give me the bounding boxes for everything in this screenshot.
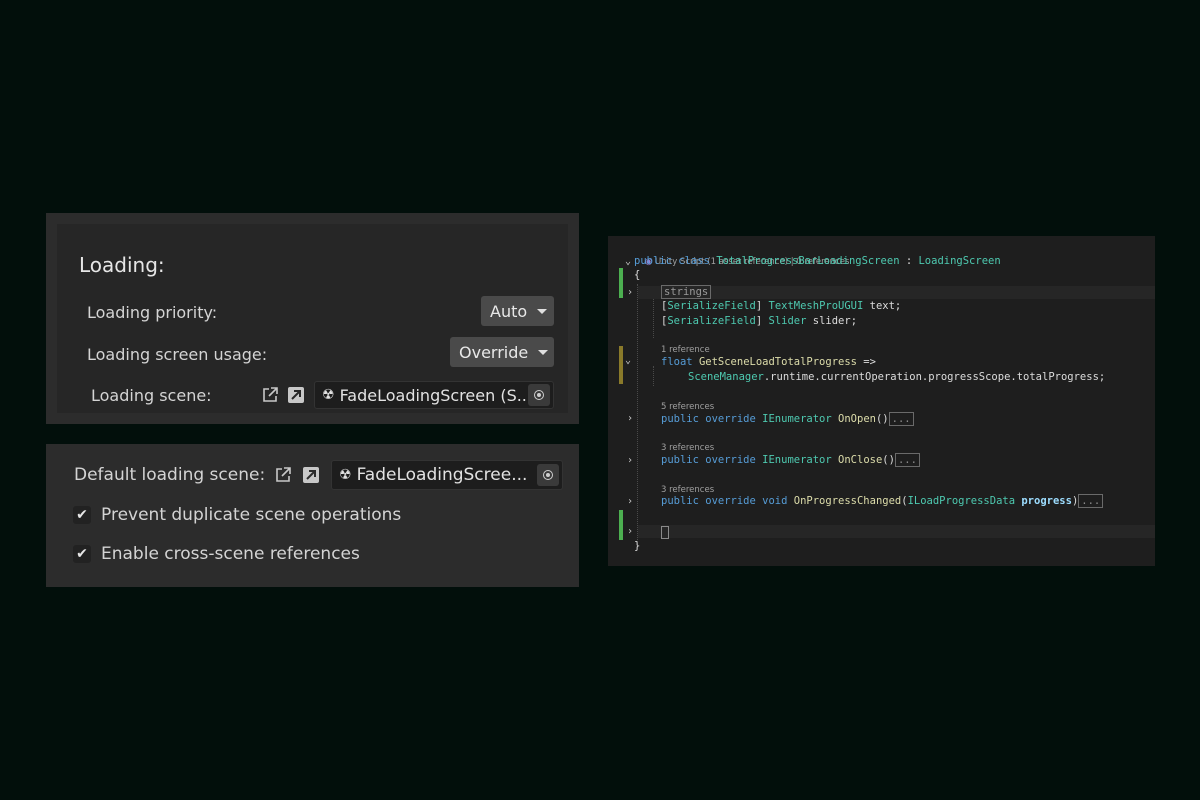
code-line-method-get-progress: float GetSceneLoadTotalProgress => [661,356,876,369]
change-bar [619,510,623,540]
class-name: TotalProgressBarLoadingScreen [716,255,900,267]
cross-scene-checkbox[interactable]: ✔ [73,545,91,563]
object-picker-icon[interactable] [537,464,559,486]
checkmark-icon: ✔ [76,507,88,523]
code-line-method-onclose: public override IEnumerator OnClose()... [661,453,920,467]
code-line-method-body: SceneManager.runtime.currentOperation.pr… [688,371,1105,384]
default-settings-panel: Default loading scene: ☢ FadeLoadingScre… [46,444,579,587]
text-cursor [661,526,669,539]
change-bar [619,346,623,384]
collapsed-region[interactable]: strings [661,285,712,299]
return-type: IEnumerator [762,454,832,466]
loading-settings-panel: Loading: Loading priority: Auto Loading … [46,213,579,424]
member-chain: .runtime.currentOperation.progressScope.… [763,371,1106,383]
indent-guide [637,284,638,542]
parens: () [875,413,889,425]
loading-screen-usage-label: Loading screen usage: [87,345,268,364]
chevron-down-icon [538,349,549,355]
code-line-method-onprogress: public override void OnProgressChanged(I… [661,494,1104,508]
method-name: OnOpen [838,413,876,425]
scene-asset-icon: ☢ [322,387,335,403]
code-line-region[interactable]: strings [661,285,712,299]
keyword: float [661,356,693,368]
current-line-highlight [638,525,1155,538]
method-name: GetSceneLoadTotalProgress [698,356,857,368]
fold-chevron-icon[interactable]: ⌄ [625,255,631,268]
keyword: public override [661,413,756,425]
code-line-field-slider: [SerializeField] Slider slider; [661,315,858,327]
parens: () [882,454,895,466]
param-type: ILoadProgressData [907,495,1016,507]
prevent-duplicate-checkbox[interactable]: ✔ [73,506,91,524]
type-name: SceneManager [688,371,764,383]
default-loading-scene-label: Default loading scene: [74,465,266,485]
collapsed-body[interactable]: ... [1078,494,1104,508]
base-class-name: LoadingScreen [918,255,1001,267]
loading-title: Loading: [79,253,165,277]
cross-scene-label: Enable cross-scene references [101,544,360,564]
field-name: text; [863,300,902,312]
external-link-icon[interactable] [261,386,279,404]
loading-scene-value: FadeLoadingScreen (S... [339,385,528,405]
keyword: public override void [661,495,788,507]
method-name: OnProgressChanged [793,495,902,507]
loading-priority-dropdown[interactable]: Auto [481,296,554,326]
fold-chevron-icon[interactable]: › [627,412,633,425]
loading-settings-inner: Loading: Loading priority: Auto Loading … [57,224,568,413]
return-type: IEnumerator [762,413,832,425]
scene-asset-icon: ☢ [339,467,352,483]
chevron-down-icon [537,308,548,314]
fold-chevron-icon[interactable]: ⌄ [625,354,631,367]
lambda-arrow: => [856,356,876,368]
loading-priority-label: Loading priority: [87,303,218,322]
external-link-icon[interactable] [274,466,292,484]
checkmark-icon: ✔ [76,546,88,562]
code-editor[interactable]: ⌄ › ⌄ › › › › ◉ Unity Script (1 asset re… [608,236,1155,566]
fold-chevron-icon[interactable]: › [627,286,633,299]
attribute-name: SerializeField [667,315,756,327]
indent-guide [653,298,654,338]
loading-screen-usage-value: Override [459,342,529,362]
param-name: progress [1021,495,1072,507]
field-type: Slider [768,315,807,327]
class-keyword: public class [634,255,710,267]
code-line-close-brace: } [634,540,641,552]
object-picker-icon[interactable] [528,384,550,406]
keyword: public override [661,454,756,466]
default-loading-scene-field[interactable]: ☢ FadeLoadingScree... [331,460,563,490]
code-line-field-text: [SerializeField] TextMeshProUGUI text; [661,300,902,312]
attribute-name: SerializeField [667,300,756,312]
ping-arrow-icon[interactable] [302,466,320,484]
change-bar [619,268,623,298]
code-line-open-brace: { [634,269,641,281]
class-separator: : [899,255,919,267]
loading-scene-field[interactable]: ☢ FadeLoadingScreen (S... [314,381,554,409]
fold-chevron-icon[interactable]: › [627,495,633,508]
code-line-method-onopen: public override IEnumerator OnOpen()... [661,412,914,426]
code-line-class: public class TotalProgressBarLoadingScre… [634,255,1001,268]
loading-scene-label: Loading scene: [91,386,212,405]
field-name: slider; [806,315,858,327]
loading-screen-usage-dropdown[interactable]: Override [450,337,554,367]
collapsed-body[interactable]: ... [894,453,920,467]
loading-priority-value: Auto [490,301,528,321]
field-type: TextMeshProUGUI [768,300,864,312]
default-loading-scene-value: FadeLoadingScree... [356,465,528,485]
fold-chevron-icon[interactable]: › [627,525,633,538]
collapsed-body[interactable]: ... [888,412,914,426]
method-name: OnClose [838,454,883,466]
indent-guide [653,366,654,386]
fold-chevron-icon[interactable]: › [627,454,633,467]
ping-arrow-icon[interactable] [287,386,305,404]
current-line-highlight [638,286,1155,299]
prevent-duplicate-label: Prevent duplicate scene operations [101,505,402,525]
